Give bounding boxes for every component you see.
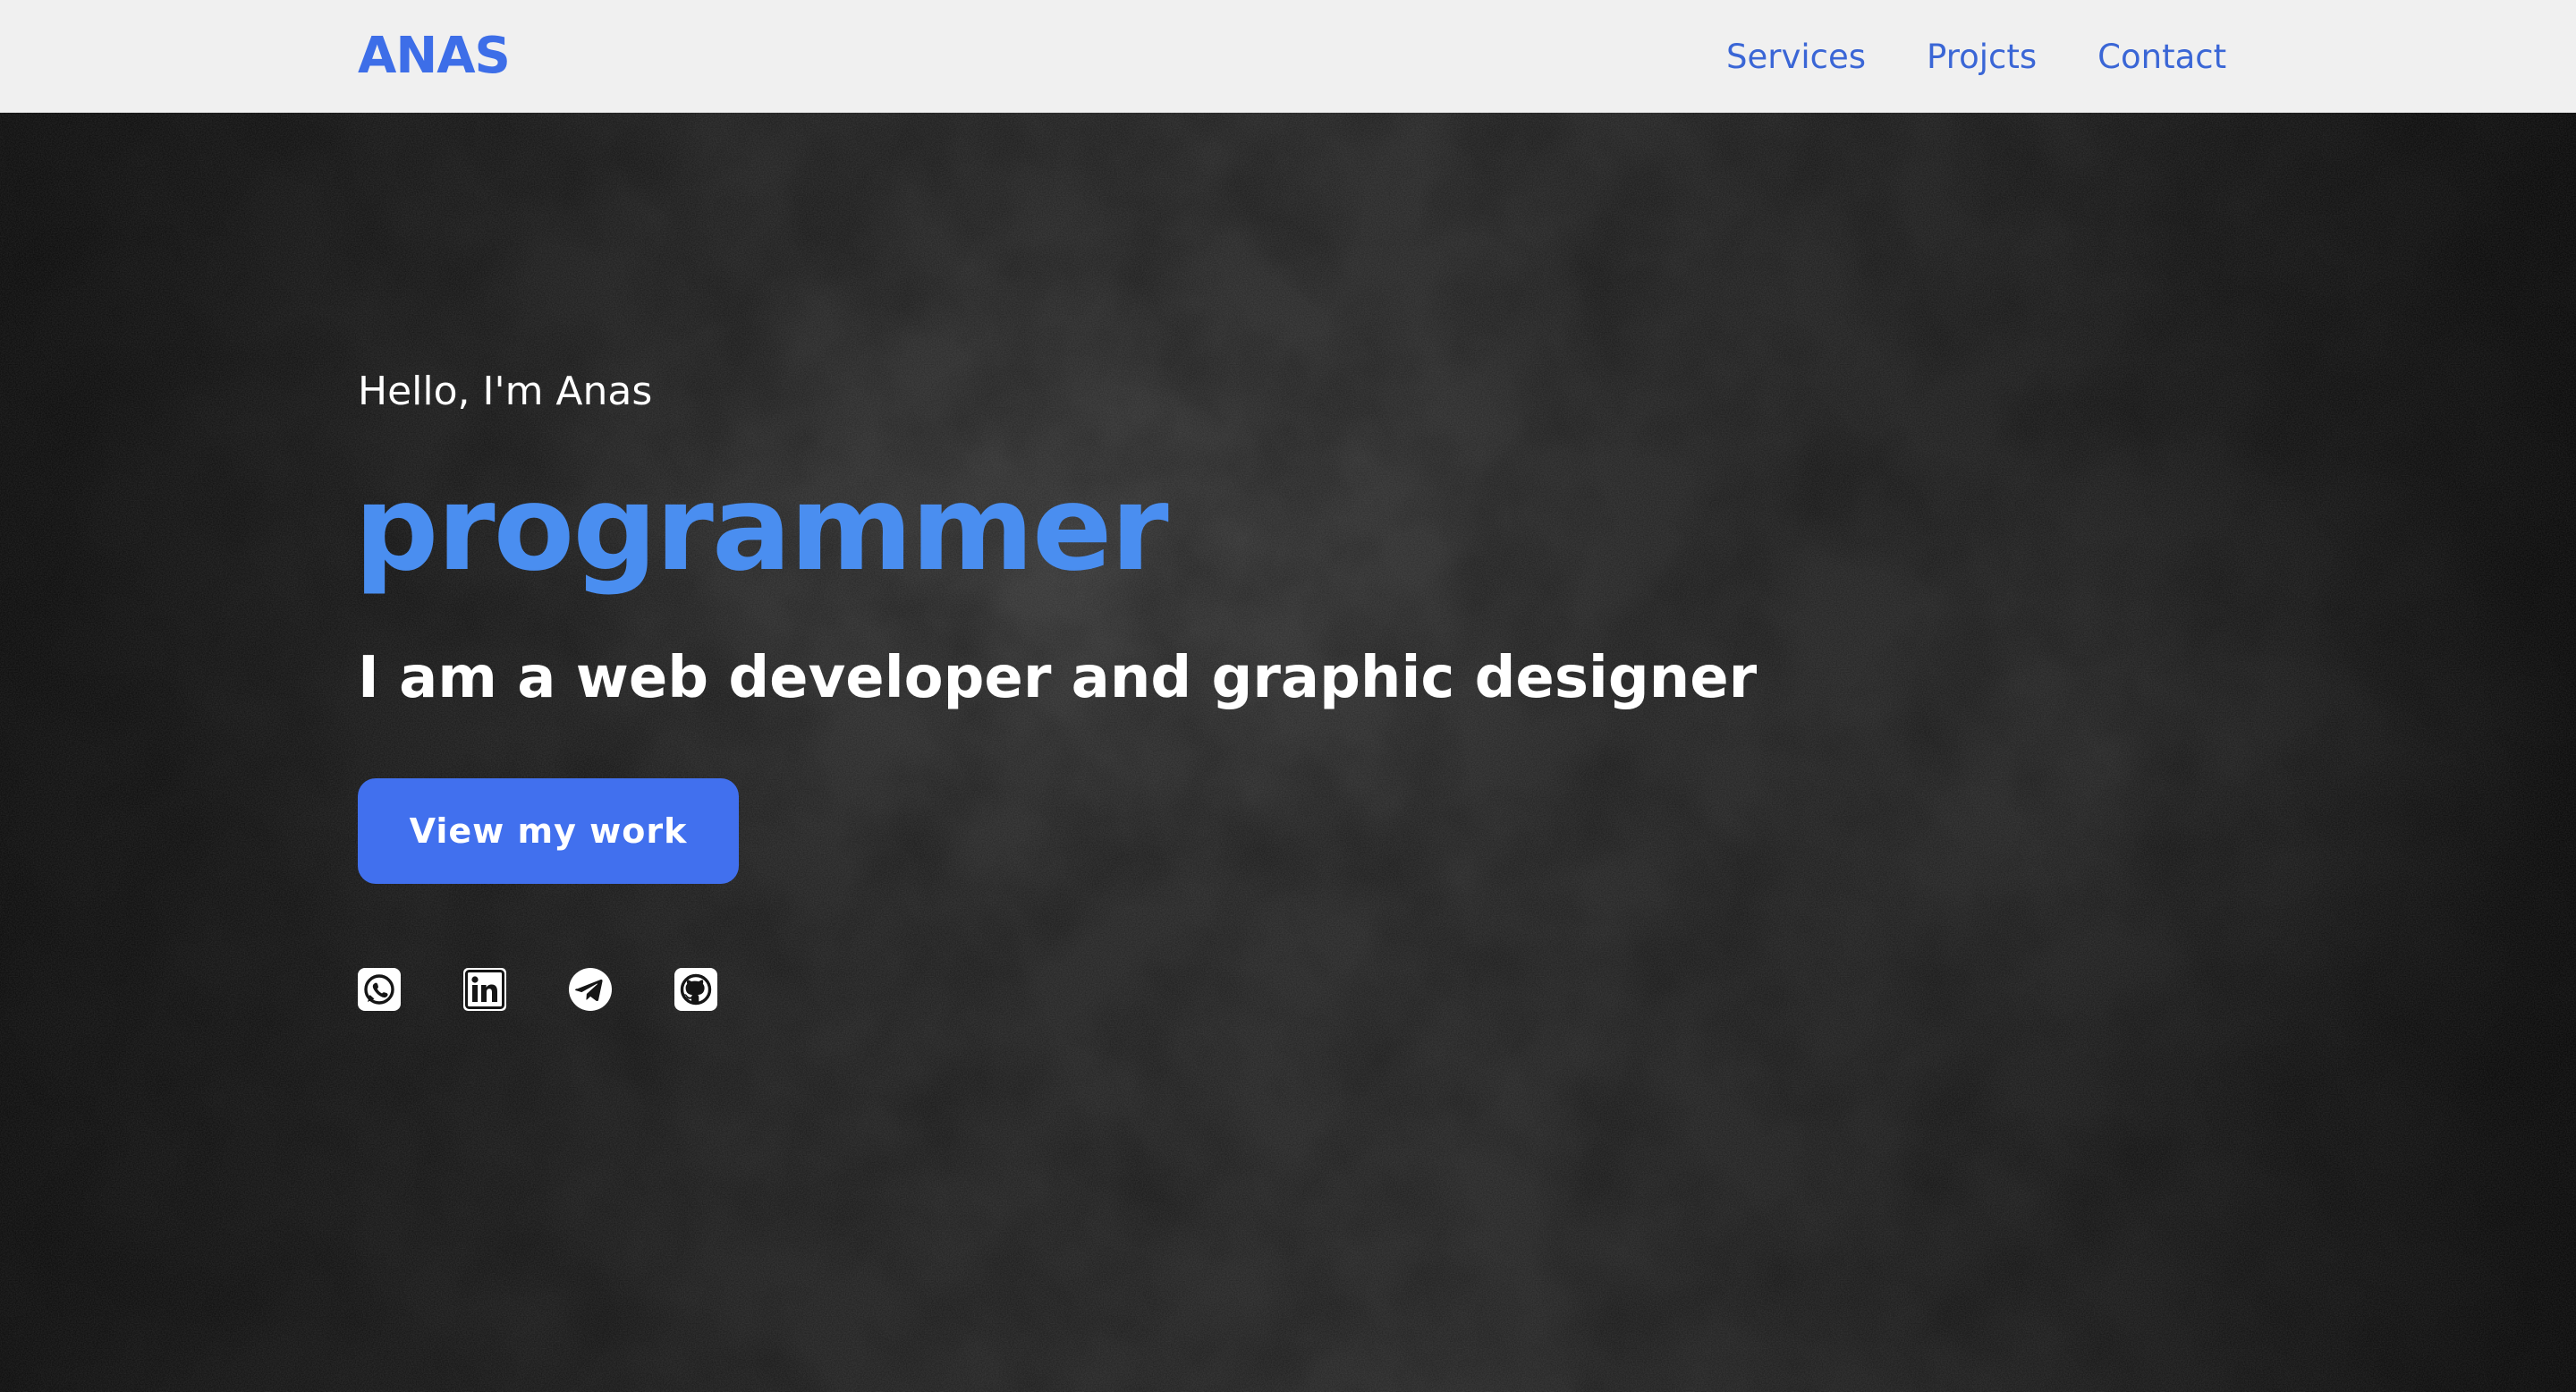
hero-role-title: programmer bbox=[354, 460, 1169, 598]
hero-greeting: Hello, I'm Anas bbox=[358, 369, 653, 414]
github-link[interactable] bbox=[674, 968, 717, 1011]
nav-link-projects[interactable]: Projcts bbox=[1927, 35, 2037, 80]
whatsapp-link[interactable] bbox=[358, 968, 401, 1011]
hero-background-texture bbox=[0, 113, 2576, 1392]
nav-menu: Services Projcts Contact bbox=[1726, 34, 2226, 81]
top-navbar: ANAS Services Projcts Contact bbox=[0, 0, 2576, 113]
telegram-link[interactable] bbox=[569, 968, 612, 1011]
github-icon bbox=[674, 968, 717, 1011]
telegram-icon bbox=[569, 968, 612, 1011]
linkedin-icon bbox=[463, 968, 506, 1011]
whatsapp-icon bbox=[358, 968, 401, 1011]
nav-link-contact[interactable]: Contact bbox=[2097, 35, 2226, 80]
view-my-work-button[interactable]: View my work bbox=[358, 778, 739, 884]
social-links bbox=[358, 968, 717, 1011]
hero-section: Hello, I'm Anas programmer I am a web de… bbox=[0, 113, 2576, 1392]
brand-logo[interactable]: ANAS bbox=[358, 27, 511, 86]
linkedin-link[interactable] bbox=[463, 968, 506, 1011]
hero-tagline: I am a web developer and graphic designe… bbox=[358, 645, 1758, 711]
nav-link-services[interactable]: Services bbox=[1726, 35, 1866, 80]
